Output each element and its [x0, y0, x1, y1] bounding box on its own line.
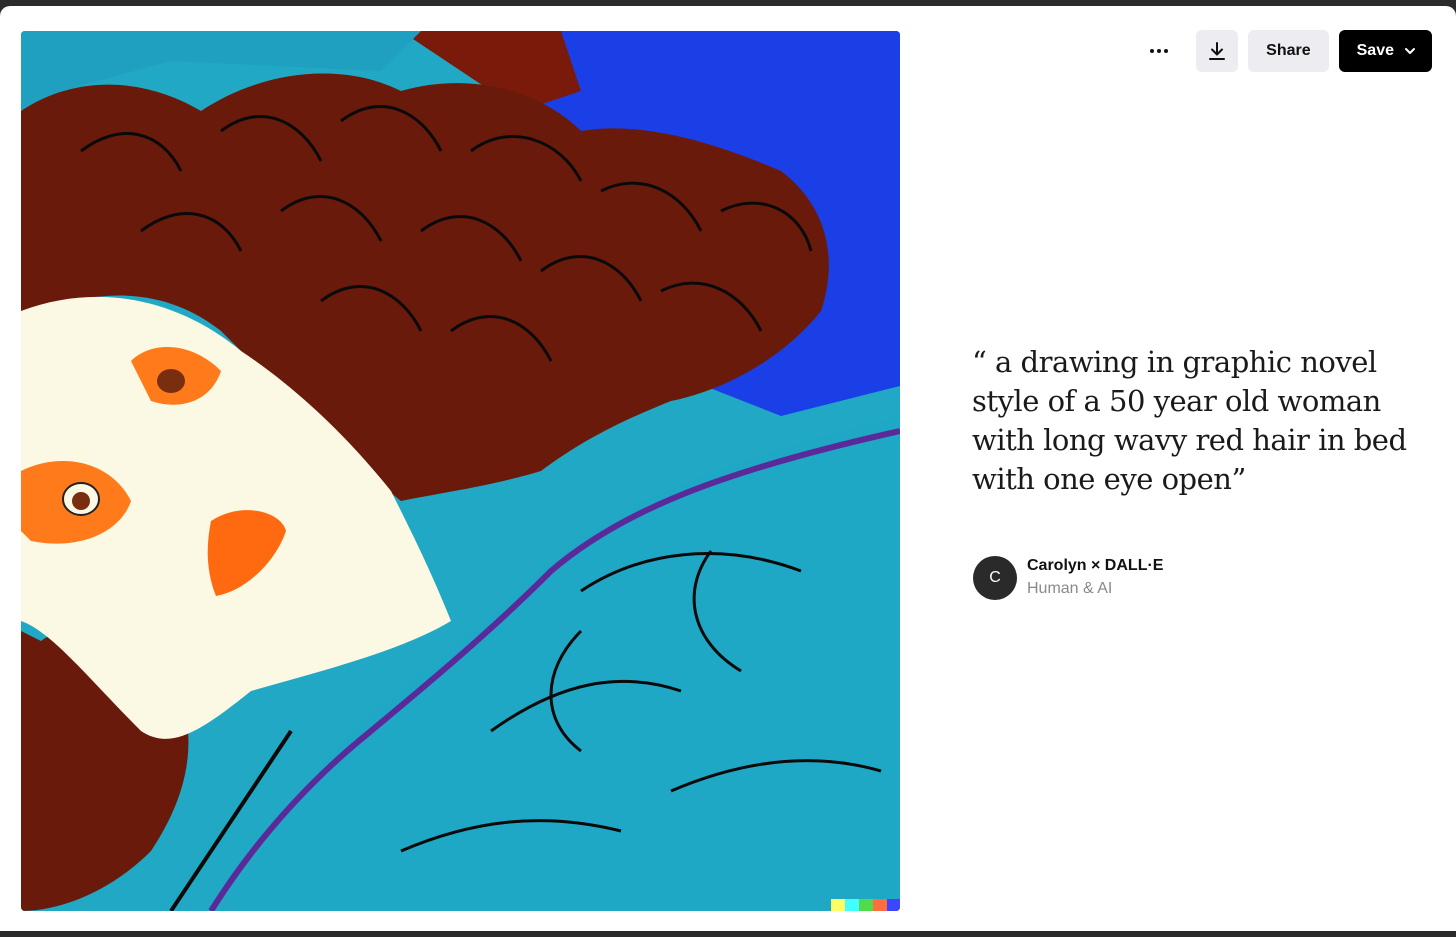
generated-image[interactable]: [21, 31, 900, 911]
watermark-swatch: [873, 899, 887, 911]
watermark-swatch: [859, 899, 873, 911]
more-options-button[interactable]: [1138, 30, 1180, 72]
chevron-down-icon: [1405, 48, 1415, 54]
prompt-text: “ a drawing in graphic novel style of a …: [972, 345, 1407, 496]
download-button[interactable]: [1196, 30, 1239, 72]
artwork-illustration: [21, 31, 900, 911]
save-button[interactable]: Save: [1338, 30, 1432, 72]
download-icon: [1209, 42, 1226, 60]
viewer-window: Share Save “ a drawing in graphic novel …: [0, 6, 1456, 931]
share-button[interactable]: Share: [1248, 30, 1329, 72]
image-toolbar: Share Save: [1138, 30, 1432, 72]
watermark-swatch: [831, 899, 845, 911]
avatar[interactable]: C: [973, 556, 1017, 600]
save-button-label: Save: [1356, 42, 1394, 59]
author-info: Carolyn × DALL·E Human & AI: [1027, 555, 1163, 601]
more-dots-icon: [1150, 49, 1169, 53]
author-credit: C Carolyn × DALL·E Human & AI: [973, 555, 1163, 601]
watermark-swatch: [845, 899, 859, 911]
author-subtitle: Human & AI: [1027, 580, 1113, 597]
watermark-swatch: [887, 899, 900, 911]
author-name[interactable]: Carolyn × DALL·E: [1027, 555, 1163, 577]
